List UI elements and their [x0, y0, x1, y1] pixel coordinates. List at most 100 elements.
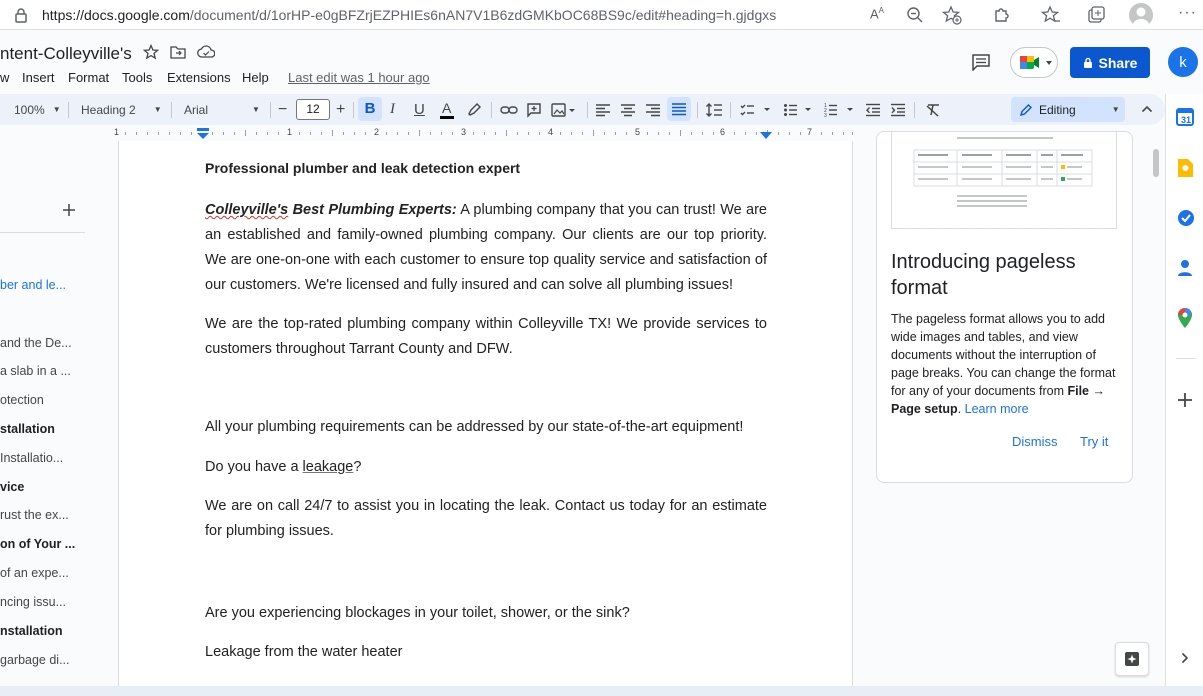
- profile-icon[interactable]: [1129, 3, 1153, 27]
- font-size-input[interactable]: 12: [296, 99, 330, 120]
- move-folder-icon[interactable]: [170, 45, 186, 59]
- add-comment-icon[interactable]: [526, 94, 542, 125]
- url-field[interactable]: https://docs.google.com/document/d/1orHP…: [42, 7, 776, 23]
- paragraph: We are on call 24/7 to assist you in loc…: [205, 498, 767, 539]
- comments-icon[interactable]: [971, 53, 991, 71]
- document-page[interactable]: Professional plumber and leak detection …: [118, 141, 853, 686]
- checklist-icon[interactable]: [740, 94, 772, 125]
- toolbar-divider: [914, 102, 915, 118]
- add-summary-plus-icon[interactable]: [63, 204, 75, 216]
- document-title[interactable]: ntent-Colleyville's: [0, 44, 132, 64]
- decrease-font-size-button[interactable]: −: [278, 94, 287, 125]
- bulleted-list-icon[interactable]: [783, 94, 815, 125]
- left-indent-marker[interactable]: [197, 128, 209, 139]
- style-select[interactable]: Heading 2 ▼: [81, 94, 162, 125]
- decrease-indent-icon[interactable]: [865, 94, 881, 125]
- outline-divider: [0, 232, 85, 233]
- ruler-number: 7: [807, 127, 813, 137]
- lock-icon[interactable]: [14, 7, 28, 23]
- align-left-icon[interactable]: [595, 94, 611, 125]
- keep-icon[interactable]: [1176, 158, 1194, 178]
- star-icon[interactable]: [143, 44, 159, 60]
- scrollbar-thumb[interactable]: [1153, 149, 1159, 177]
- right-indent-marker[interactable]: [760, 132, 772, 139]
- numbered-list-icon[interactable]: 123: [824, 94, 856, 125]
- outline-item[interactable]: Installatio...: [0, 451, 63, 465]
- outline-item[interactable]: ber and le...: [0, 278, 66, 292]
- outline-item[interactable]: ncing issu...: [0, 595, 66, 609]
- paragraph: All your plumbing requirements can be ad…: [205, 419, 744, 435]
- extensions-icon[interactable]: [992, 5, 1012, 25]
- chevron-right-icon[interactable]: [1181, 652, 1189, 664]
- outline-item[interactable]: otection: [0, 393, 44, 407]
- zoom-select[interactable]: 100% ▼: [14, 94, 61, 125]
- hide-menus-chevron-up-icon[interactable]: [1141, 103, 1153, 115]
- menu-extensions[interactable]: Extensions: [167, 70, 231, 85]
- justify-button[interactable]: [667, 97, 691, 121]
- outline-item[interactable]: nstallation: [0, 624, 63, 638]
- contacts-icon[interactable]: [1177, 259, 1193, 277]
- menu-tools[interactable]: Tools: [122, 70, 152, 85]
- favorites-icon[interactable]: [1041, 5, 1061, 25]
- insert-link-icon[interactable]: [500, 94, 518, 125]
- toolbar-divider: [68, 102, 69, 118]
- align-right-icon[interactable]: [645, 94, 661, 125]
- highlight-color-icon[interactable]: [466, 94, 482, 125]
- bold-button[interactable]: B: [358, 97, 382, 121]
- ruler-number: 1: [114, 127, 120, 137]
- outline-item[interactable]: and the De...: [0, 336, 72, 350]
- outline-item[interactable]: of an expe...: [0, 566, 69, 580]
- svg-text:A: A: [442, 100, 452, 116]
- rail-divider: [1176, 358, 1196, 359]
- avatar[interactable]: k: [1168, 47, 1198, 77]
- learn-more-link[interactable]: Learn more: [965, 402, 1029, 416]
- dismiss-button[interactable]: Dismiss: [1012, 434, 1058, 449]
- misspelled-word[interactable]: Colleyville's: [205, 202, 288, 218]
- ruler-number: 3: [461, 127, 467, 137]
- maps-icon[interactable]: [1178, 308, 1192, 328]
- meet-icon[interactable]: [1010, 47, 1058, 78]
- insert-image-icon[interactable]: [551, 94, 577, 125]
- menu-help[interactable]: Help: [242, 70, 269, 85]
- explore-icon[interactable]: [1115, 642, 1149, 676]
- more-options-icon[interactable]: ···: [1178, 4, 1197, 22]
- pencil-icon: [1019, 103, 1033, 117]
- italic-button[interactable]: I: [390, 94, 395, 125]
- last-edit-link[interactable]: Last edit was 1 hour ago: [288, 70, 430, 85]
- toolbar-divider: [171, 102, 172, 118]
- share-button[interactable]: Share: [1070, 47, 1150, 78]
- font-select[interactable]: Arial ▼: [184, 94, 260, 125]
- editing-mode-select[interactable]: Editing ▼: [1011, 97, 1125, 122]
- outline-item[interactable]: vice: [0, 480, 24, 494]
- tasks-icon[interactable]: [1176, 208, 1196, 228]
- calendar-icon[interactable]: 31: [1175, 107, 1195, 127]
- align-center-icon[interactable]: [620, 94, 636, 125]
- promo-title: Introducing pageless format: [891, 251, 1076, 299]
- menu-insert[interactable]: Insert: [22, 70, 55, 85]
- clear-formatting-icon[interactable]: [925, 94, 941, 125]
- side-panel: Introducing pageless format The pageless…: [853, 131, 1165, 686]
- outline-item[interactable]: stallation: [0, 422, 55, 436]
- read-aloud-icon[interactable]: AA: [870, 6, 884, 21]
- text-color-button[interactable]: A: [438, 94, 456, 125]
- outline-item[interactable]: garbage di...: [0, 653, 70, 667]
- increase-font-size-button[interactable]: +: [336, 94, 345, 125]
- paragraph: Do you have a leakage?: [205, 455, 767, 480]
- underline-button[interactable]: U: [414, 94, 425, 125]
- outline-item[interactable]: a slab in a ...: [0, 364, 71, 378]
- collections-icon[interactable]: [1086, 5, 1106, 25]
- grammar-suggestion[interactable]: leakage: [303, 459, 354, 475]
- zoom-value: 100%: [14, 102, 45, 117]
- increase-indent-icon[interactable]: [890, 94, 906, 125]
- outline-item[interactable]: rust the ex...: [0, 508, 69, 522]
- add-favorite-icon[interactable]: [942, 5, 962, 25]
- bold-italic-lead: Best Plumbing Experts:: [288, 202, 457, 218]
- line-spacing-icon[interactable]: [705, 94, 723, 125]
- menu-format[interactable]: Format: [68, 70, 109, 85]
- try-it-button[interactable]: Try it: [1080, 434, 1108, 449]
- plus-icon[interactable]: [1178, 393, 1192, 407]
- zoom-out-icon[interactable]: [906, 6, 924, 24]
- outline-item[interactable]: on of Your ...: [0, 537, 75, 551]
- menu-view[interactable]: w: [0, 70, 9, 85]
- cloud-status-icon[interactable]: [197, 45, 215, 59]
